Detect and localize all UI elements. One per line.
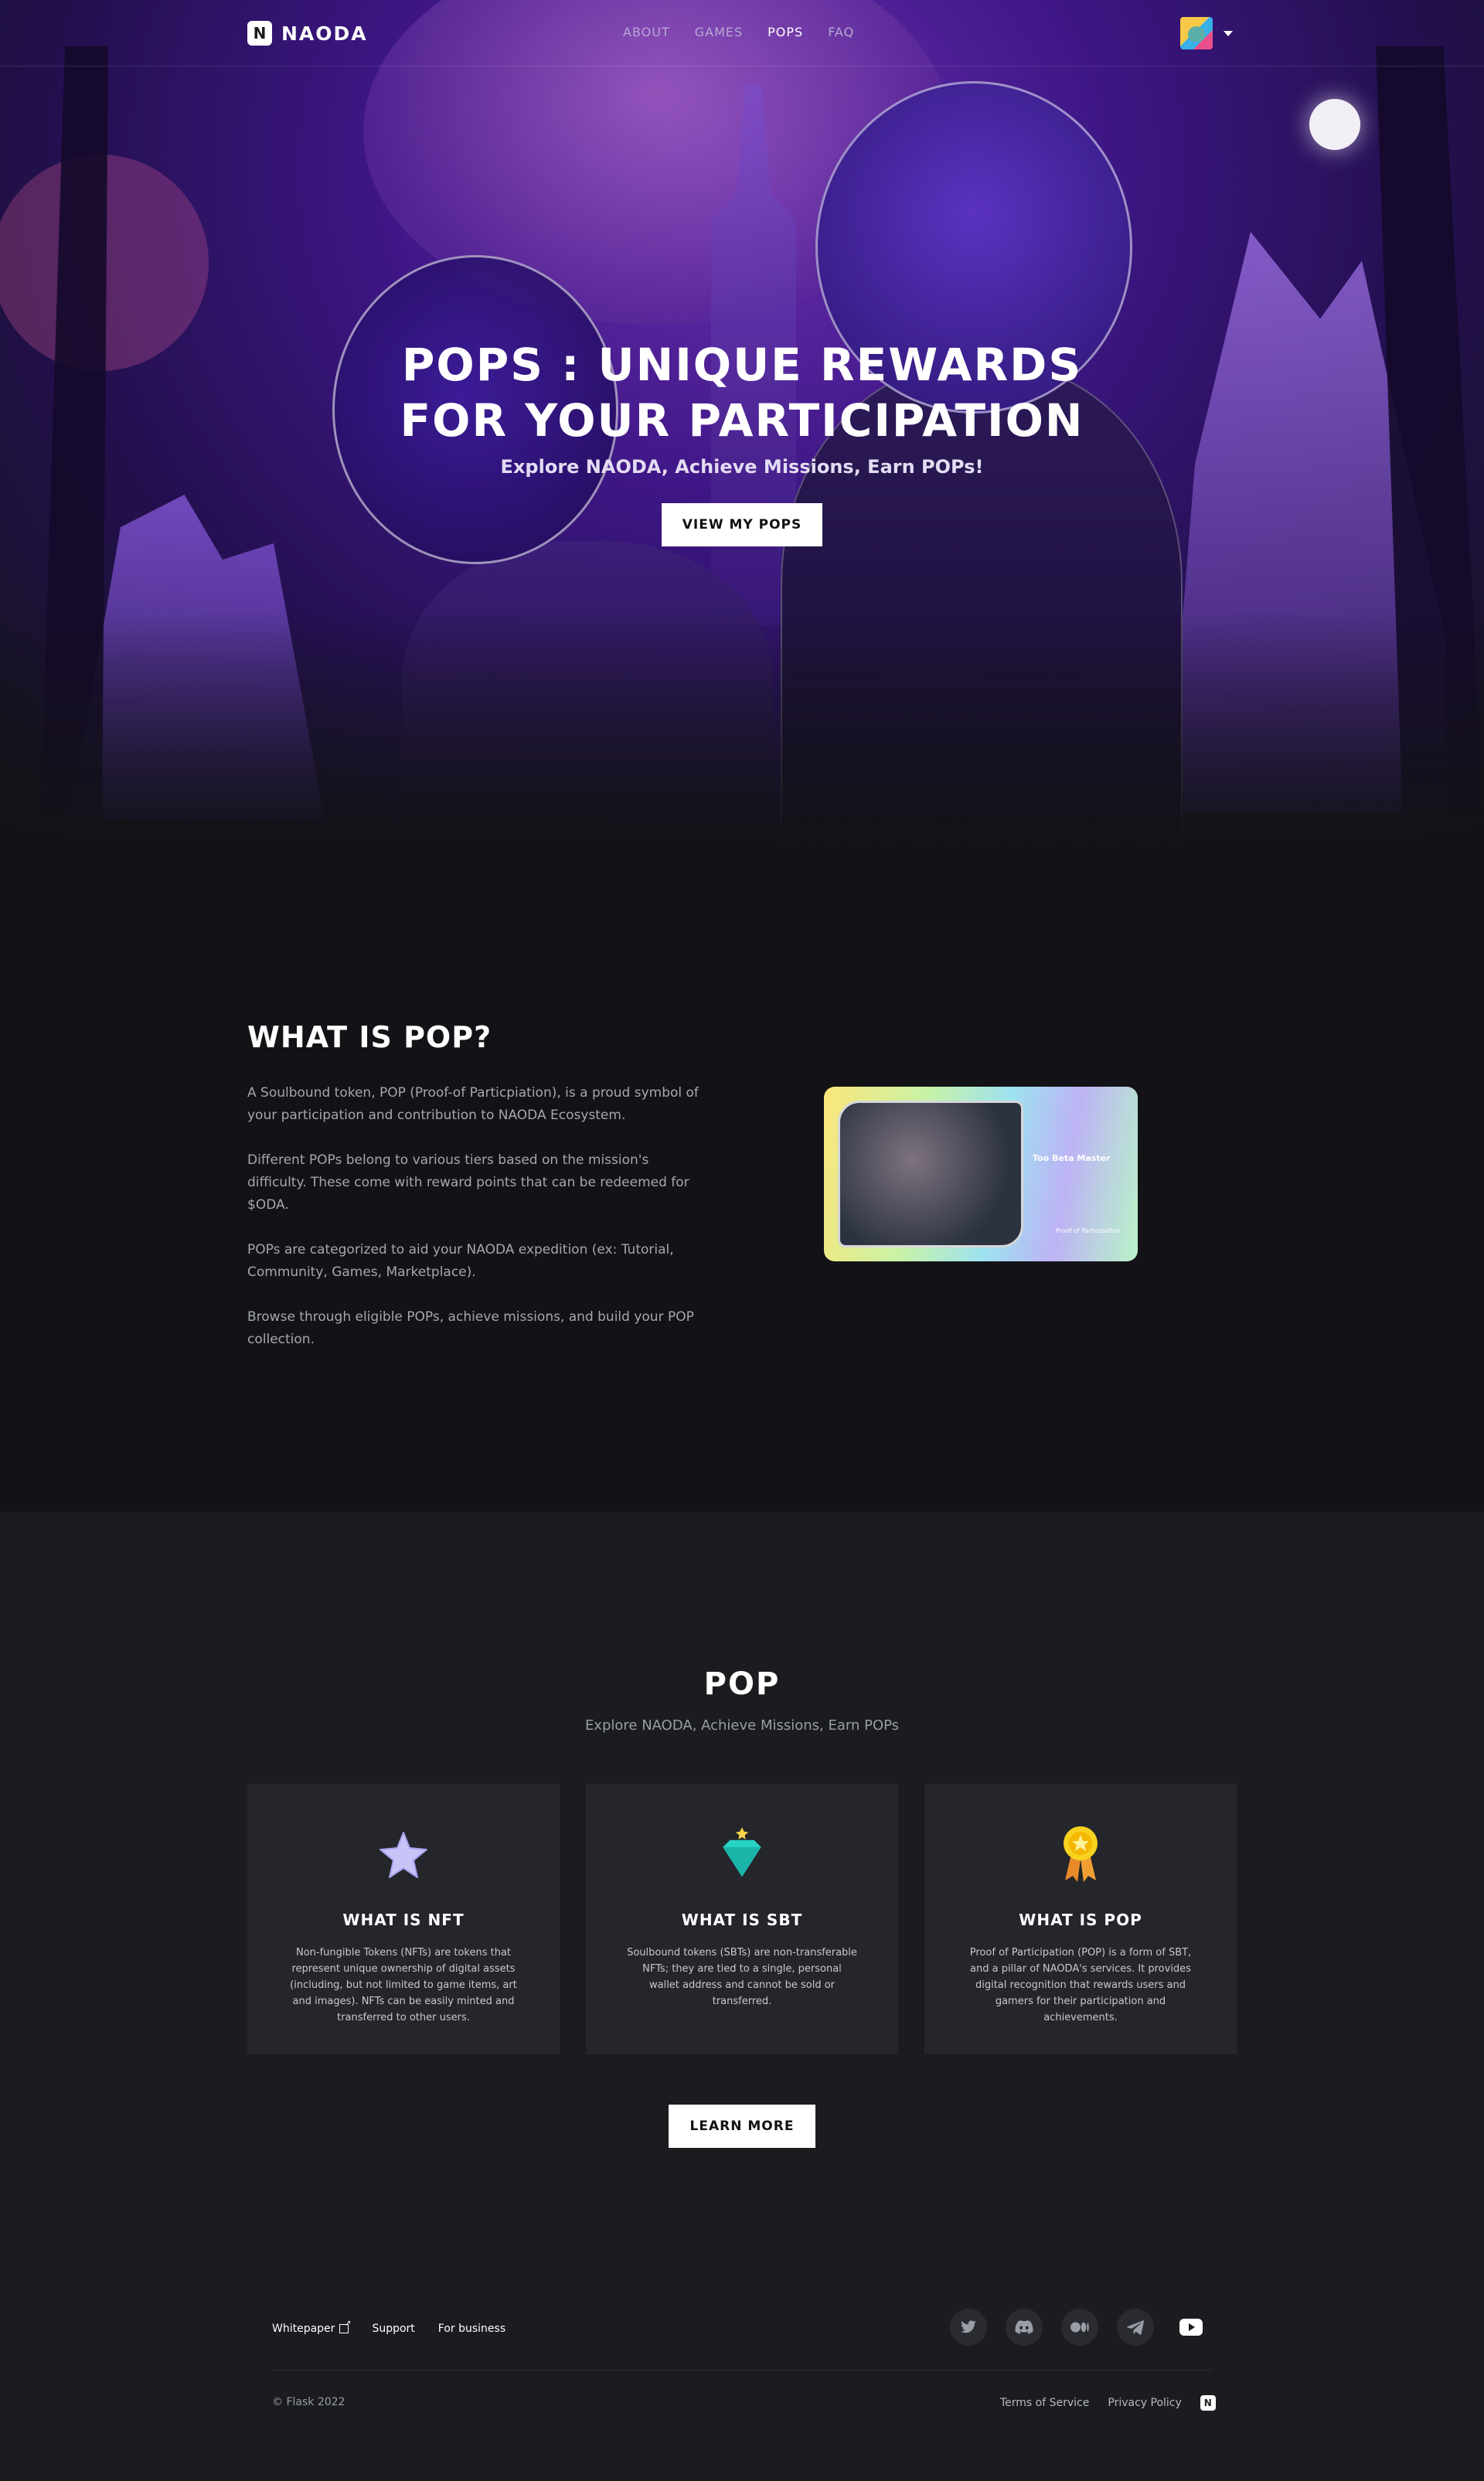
hero-fade xyxy=(0,611,1484,842)
hero-title: POPS : UNIQUE REWARDS FOR YOUR PARTICIPA… xyxy=(356,337,1128,448)
info-card-nft: WHAT IS NFT Non-fungible Tokens (NFTs) a… xyxy=(247,1784,560,2054)
gem-icon xyxy=(717,1827,767,1881)
nav-links: ABOUT GAMES POPS FAQ xyxy=(623,25,854,39)
info-card-title: WHAT IS NFT xyxy=(342,1911,465,1929)
telegram-icon[interactable] xyxy=(1117,2309,1154,2346)
logo-icon: N xyxy=(247,21,272,46)
medium-icon[interactable] xyxy=(1061,2309,1098,2346)
footer-link-for-business[interactable]: For business xyxy=(438,2323,505,2335)
info-card-title: WHAT IS SBT xyxy=(681,1911,803,1929)
user-menu[interactable] xyxy=(1180,17,1233,49)
info-card-text: Proof of Participation (POP) is a form o… xyxy=(969,1947,1192,2023)
what-is-pop-title: WHAT IS POP? xyxy=(247,1020,492,1054)
privacy-policy-link[interactable]: Privacy Policy xyxy=(1108,2397,1181,2409)
logo[interactable]: N NAODA xyxy=(247,20,368,46)
footer-link-support[interactable]: Support xyxy=(372,2323,414,2335)
pop-card-footer: Proof of Participation xyxy=(1056,1227,1121,1234)
logo-text: NAODA xyxy=(281,22,368,45)
medal-icon xyxy=(1056,1826,1105,1882)
info-card-text: Soulbound tokens (SBTs) are non-transfer… xyxy=(627,1947,857,2007)
view-my-pops-button[interactable]: VIEW MY POPS xyxy=(662,503,822,546)
pop-card-title: Too Beta Master xyxy=(1033,1153,1111,1163)
chevron-down-icon[interactable] xyxy=(1224,30,1233,36)
what-is-pop-paragraph: Browse through eligible POPs, achieve mi… xyxy=(247,1309,694,1347)
info-card-pop: WHAT IS POP Proof of Participation (POP)… xyxy=(924,1784,1237,2054)
hero-moon xyxy=(1309,99,1360,150)
copyright: © Flask 2022 xyxy=(272,2396,345,2408)
external-link-icon xyxy=(339,2319,351,2333)
pop-card-image: Too Beta Master Proof of Participation xyxy=(824,1087,1138,1261)
terms-of-service-link[interactable]: Terms of Service xyxy=(1000,2397,1089,2409)
hero-subtitle: Explore NAODA, Achieve Missions, Earn PO… xyxy=(500,456,984,478)
footer-link-whitepaper[interactable]: Whitepaper xyxy=(272,2319,351,2335)
what-is-pop-section: WHAT IS POP? A Soulbound token, POP (Pro… xyxy=(0,842,1484,1512)
nav-link-pops[interactable]: POPS xyxy=(768,25,803,39)
nav-link-games[interactable]: GAMES xyxy=(695,25,743,39)
info-card-sbt: WHAT IS SBT Soulbound tokens (SBTs) are … xyxy=(586,1784,898,2054)
hero-title-line2: FOR YOUR PARTICIPATION xyxy=(400,394,1084,447)
nav-link-faq[interactable]: FAQ xyxy=(828,25,854,39)
youtube-icon[interactable] xyxy=(1173,2309,1210,2346)
footer-logo-icon[interactable]: N xyxy=(1200,2395,1216,2411)
what-is-pop-text: A Soulbound token, POP (Proof-of Particp… xyxy=(247,1082,711,1373)
info-cards: WHAT IS NFT Non-fungible Tokens (NFTs) a… xyxy=(247,1784,1237,2054)
discord-icon[interactable] xyxy=(1006,2309,1043,2346)
top-nav: N NAODA ABOUT GAMES POPS FAQ xyxy=(0,0,1484,66)
avatar[interactable] xyxy=(1180,17,1213,49)
star-icon xyxy=(379,1827,428,1881)
pop-section-title: POP xyxy=(703,1666,781,1702)
pop-card-art xyxy=(838,1101,1023,1247)
social-links xyxy=(950,2309,1210,2346)
what-is-pop-paragraph: POPs are categorized to aid your NAODA e… xyxy=(247,1242,674,1280)
hero-title-line1: POPS : UNIQUE REWARDS xyxy=(401,339,1083,391)
footer-links: Whitepaper Support For business xyxy=(272,2319,505,2335)
what-is-pop-paragraph: Different POPs belong to various tiers b… xyxy=(247,1152,689,1213)
nav-link-about[interactable]: ABOUT xyxy=(623,25,670,39)
pop-section-subtitle: Explore NAODA, Achieve Missions, Earn PO… xyxy=(584,1717,900,1734)
legal-links: Terms of Service Privacy Policy N xyxy=(1000,2395,1216,2411)
footer: Whitepaper Support For business © Flask … xyxy=(0,2285,1484,2481)
learn-more-button[interactable]: LEARN MORE xyxy=(669,2105,815,2148)
pop-section: POP Explore NAODA, Achieve Missions, Ear… xyxy=(0,1512,1484,2285)
info-card-text: Non-fungible Tokens (NFTs) are tokens th… xyxy=(290,1947,517,2023)
hero-section: POPS : UNIQUE REWARDS FOR YOUR PARTICIPA… xyxy=(0,0,1484,842)
info-card-title: WHAT IS POP xyxy=(1019,1911,1142,1929)
footer-link-label: Whitepaper xyxy=(272,2323,335,2335)
what-is-pop-paragraph: A Soulbound token, POP (Proof-of Particp… xyxy=(247,1085,699,1123)
twitter-icon[interactable] xyxy=(950,2309,987,2346)
